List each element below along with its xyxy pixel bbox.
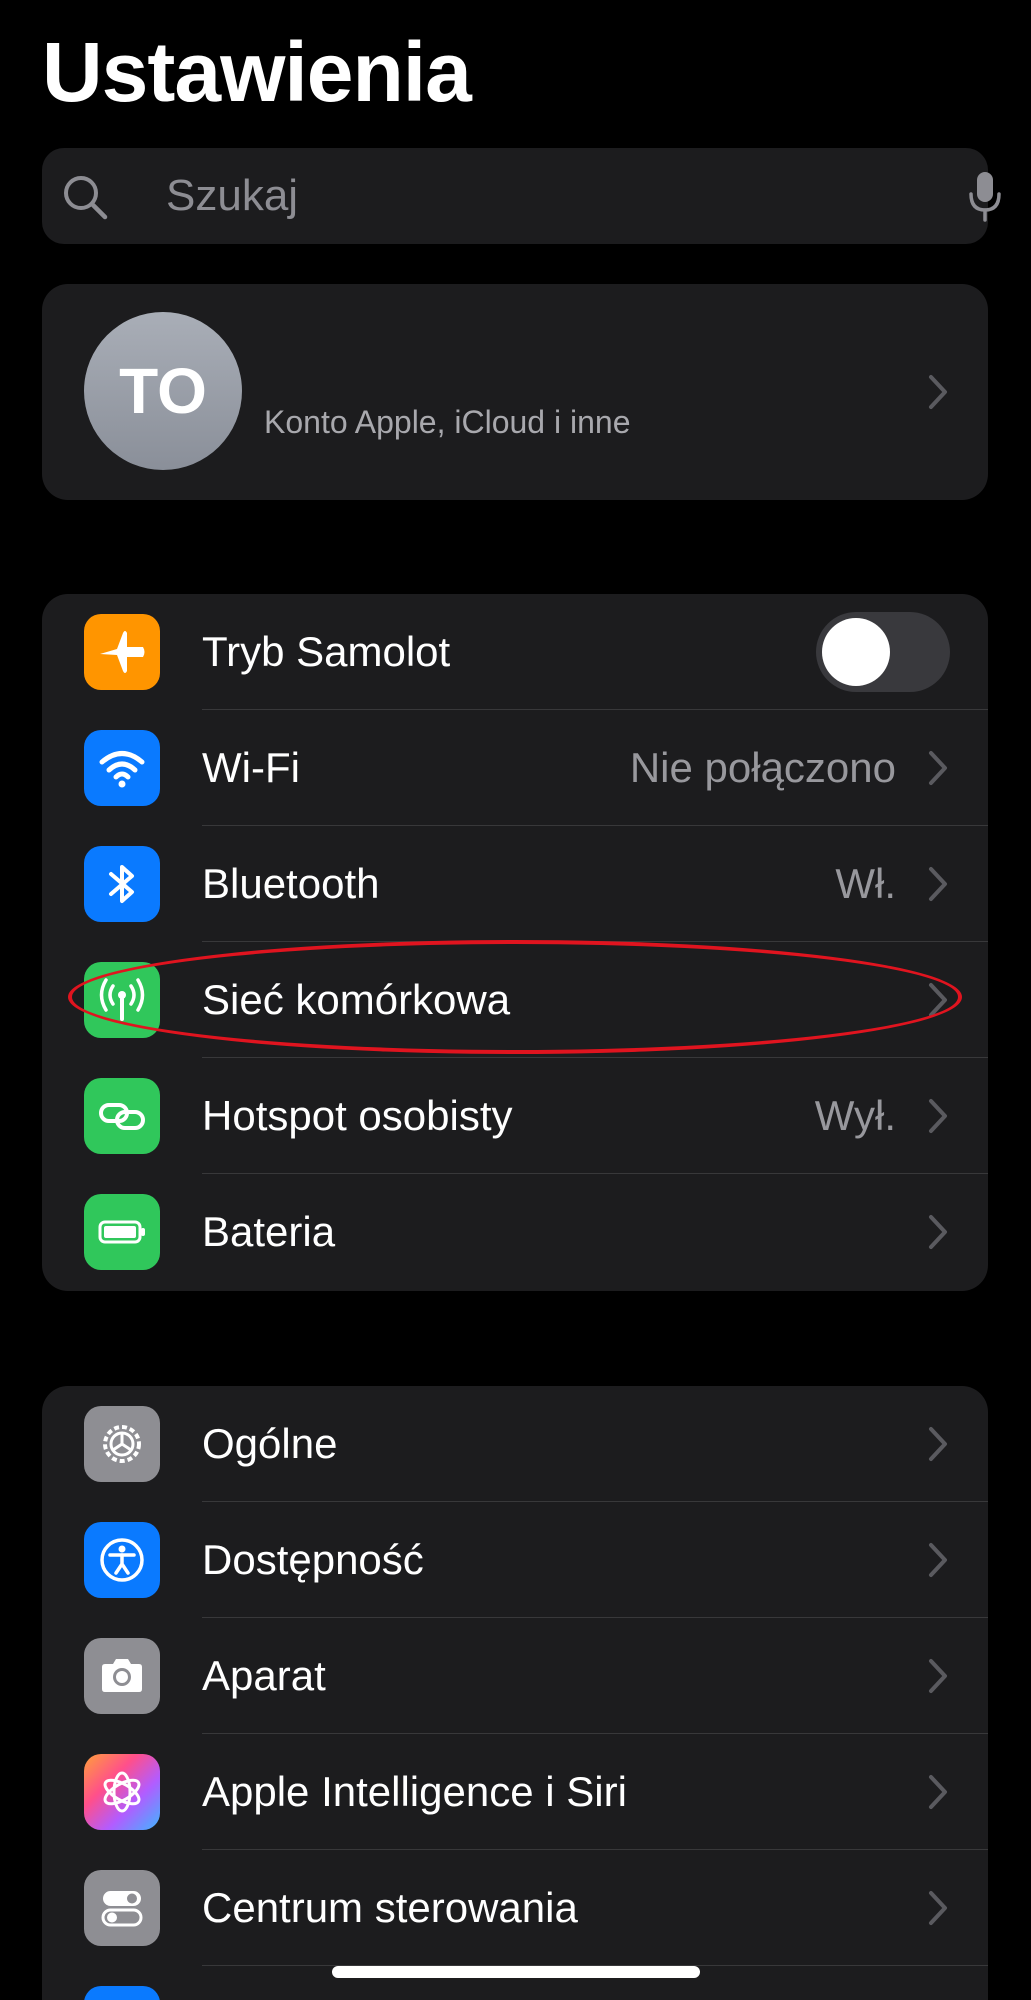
avatar: TO bbox=[84, 312, 242, 470]
row-camera[interactable]: Aparat bbox=[42, 1618, 988, 1734]
row-label: Bateria bbox=[202, 1208, 336, 1255]
row-personal-hotspot[interactable]: Hotspot osobisty Wył. bbox=[42, 1058, 988, 1174]
chevron-right-icon bbox=[929, 1775, 947, 1809]
chevron-right-icon bbox=[929, 1427, 947, 1461]
general-group: Ogólne Dostępność Aparat Apple Intellige… bbox=[42, 1386, 988, 2000]
row-label: Centrum sterowania bbox=[202, 1884, 578, 1931]
row-label: Bluetooth bbox=[202, 860, 380, 907]
row-airplane-mode[interactable]: Tryb Samolot bbox=[42, 594, 988, 710]
row-general[interactable]: Ogólne bbox=[42, 1386, 988, 1502]
connectivity-group: Tryb Samolot Wi‑Fi Nie połączono Bluetoo… bbox=[42, 594, 988, 1291]
chevron-right-icon bbox=[929, 375, 947, 409]
row-value: Nie połączono bbox=[629, 744, 896, 791]
microphone-icon[interactable] bbox=[966, 170, 1004, 222]
search-input[interactable]: Szukaj bbox=[166, 148, 298, 244]
airplane-icon bbox=[84, 614, 160, 690]
row-label: Dostępność bbox=[202, 1536, 424, 1583]
wifi-icon bbox=[84, 730, 160, 806]
airplane-mode-toggle[interactable] bbox=[816, 612, 950, 692]
chevron-right-icon bbox=[929, 751, 947, 785]
row-cellular[interactable]: Sieć komórkowa bbox=[42, 942, 988, 1058]
cellular-antenna-icon bbox=[84, 962, 160, 1038]
battery-icon bbox=[84, 1194, 160, 1270]
chevron-right-icon bbox=[929, 1099, 947, 1133]
chevron-right-icon bbox=[929, 1659, 947, 1693]
chevron-right-icon bbox=[929, 983, 947, 1017]
row-label: Sieć komórkowa bbox=[202, 976, 511, 1023]
row-control-center[interactable]: Centrum sterowania bbox=[42, 1850, 988, 1966]
row-label: Apple Intelligence i Siri bbox=[202, 1768, 627, 1815]
row-value: Wył. bbox=[814, 1092, 896, 1139]
partial-app-icon bbox=[84, 1986, 160, 2000]
gear-icon bbox=[84, 1406, 160, 1482]
row-wifi[interactable]: Wi‑Fi Nie połączono bbox=[42, 710, 988, 826]
search-bar[interactable]: Szukaj bbox=[42, 148, 1001, 244]
accessibility-icon bbox=[84, 1522, 160, 1598]
account-subtitle: Konto Apple, iCloud i inne bbox=[264, 404, 631, 440]
apple-account-card[interactable]: TO Konto Apple, iCloud i inne bbox=[42, 284, 988, 500]
row-value: Wł. bbox=[835, 860, 896, 907]
row-label: Tryb Samolot bbox=[202, 628, 451, 675]
row-label: Wi‑Fi bbox=[202, 744, 300, 791]
camera-icon bbox=[84, 1638, 160, 1714]
chevron-right-icon bbox=[929, 1215, 947, 1249]
row-battery[interactable]: Bateria bbox=[42, 1174, 988, 1290]
bluetooth-icon bbox=[84, 846, 160, 922]
control-center-icon bbox=[84, 1870, 160, 1946]
row-label: Hotspot osobisty bbox=[202, 1092, 513, 1139]
row-label: Aparat bbox=[202, 1652, 326, 1699]
hotspot-link-icon bbox=[84, 1078, 160, 1154]
toggle-knob bbox=[822, 618, 890, 686]
home-indicator[interactable] bbox=[332, 1966, 700, 1978]
chevron-right-icon bbox=[929, 1543, 947, 1577]
page-title: Ustawienia bbox=[42, 25, 472, 119]
search-icon bbox=[64, 176, 108, 220]
row-bluetooth[interactable]: Bluetooth Wł. bbox=[42, 826, 988, 942]
chevron-right-icon bbox=[929, 867, 947, 901]
chevron-right-icon bbox=[929, 1891, 947, 1925]
apple-intelligence-icon bbox=[84, 1754, 160, 1830]
row-label: Ogólne bbox=[202, 1420, 338, 1467]
row-accessibility[interactable]: Dostępność bbox=[42, 1502, 988, 1618]
row-apple-intelligence-siri[interactable]: Apple Intelligence i Siri bbox=[42, 1734, 988, 1850]
settings-screen: Ustawienia Szukaj TO Konto Apple, iCloud… bbox=[0, 0, 1031, 2000]
